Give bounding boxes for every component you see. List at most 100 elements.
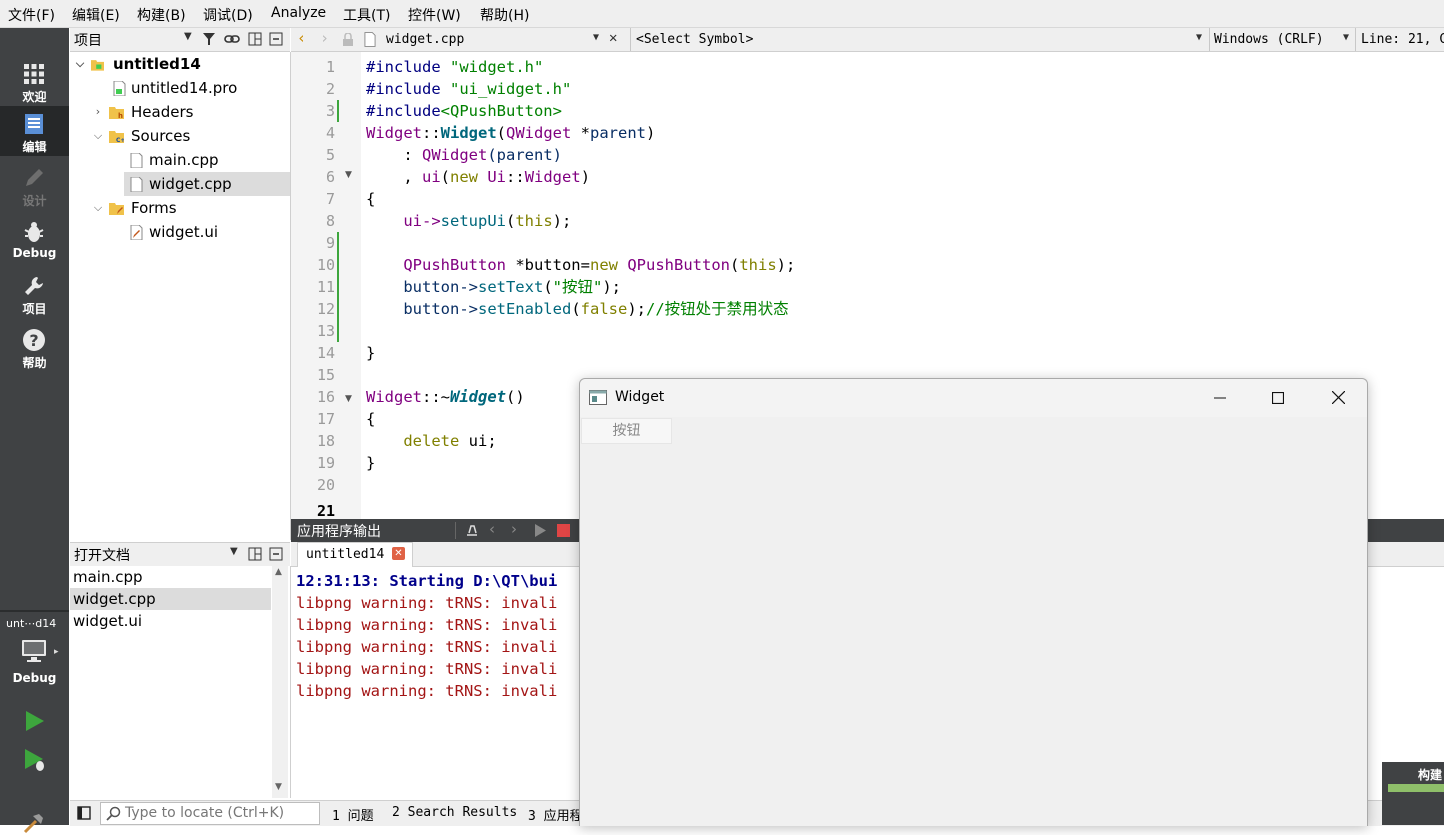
mode-edit[interactable]: 编辑: [0, 106, 69, 156]
close-tab-icon[interactable]: ✕: [392, 547, 405, 560]
mode-projects[interactable]: 项目: [0, 268, 69, 318]
dropdown-arrow-icon[interactable]: ▼: [593, 32, 599, 43]
maximize-button[interactable]: [1249, 379, 1307, 417]
dropdown-arrow-icon[interactable]: ▼: [184, 31, 192, 42]
minimize-button[interactable]: [1191, 379, 1249, 417]
menu-help[interactable]: 帮助(H): [480, 5, 529, 25]
menu-build[interactable]: 构建(B): [137, 5, 186, 25]
pencil-icon: [26, 169, 43, 186]
current-file[interactable]: widget.cpp: [386, 32, 464, 47]
cursor-position[interactable]: Line: 21, C: [1361, 32, 1444, 47]
dropdown-arrow-icon[interactable]: ▼: [1343, 32, 1349, 43]
menu-tools[interactable]: 工具(T): [343, 5, 390, 25]
run-icon[interactable]: [22, 709, 46, 733]
scroll-up-icon[interactable]: ▲: [275, 567, 282, 577]
tree-item-project[interactable]: ⌵ untitled14: [70, 52, 290, 76]
lock-icon[interactable]: [342, 33, 354, 46]
mode-welcome[interactable]: 欢迎: [0, 56, 69, 106]
debug-run-icon[interactable]: [22, 747, 48, 773]
tab-app-output[interactable]: 3 应用程: [528, 805, 583, 824]
mode-debug[interactable]: Debug: [0, 214, 69, 264]
help-icon: ?: [23, 329, 45, 351]
dropdown-arrow-icon[interactable]: ▼: [230, 546, 238, 557]
open-doc-main-cpp[interactable]: main.cpp: [70, 566, 271, 588]
clear-icon[interactable]: [465, 523, 479, 537]
tree-item-forms[interactable]: ⌵ Forms: [70, 196, 290, 220]
split-icon[interactable]: [248, 547, 262, 561]
code-line-3: #include<QPushButton>: [366, 102, 562, 120]
widget-window[interactable]: Widget 按钮: [579, 378, 1368, 826]
line-number: 12: [316, 300, 335, 318]
fold-arrow-icon[interactable]: ▼: [345, 394, 352, 404]
mode-help[interactable]: ? 帮助: [0, 322, 69, 372]
link-icon[interactable]: [224, 32, 240, 46]
tree-item-widget-ui[interactable]: widget.ui: [124, 220, 290, 244]
symbol-selector[interactable]: <Select Symbol>: [636, 32, 753, 47]
tree-item-headers[interactable]: › h Headers: [70, 100, 290, 124]
menu-file[interactable]: 文件(F): [8, 5, 55, 25]
chevron-right-icon[interactable]: ›: [90, 100, 106, 124]
open-doc-widget-ui[interactable]: widget.ui: [70, 610, 271, 632]
chevron-down-icon[interactable]: ⌵: [90, 124, 106, 148]
menu-analyze[interactable]: Analyze: [271, 5, 326, 21]
split-icon[interactable]: [248, 32, 262, 46]
divider: [455, 522, 456, 539]
chevron-down-icon[interactable]: ⌵: [72, 52, 88, 76]
tree-label: Headers: [131, 103, 194, 121]
line-number: 1: [325, 58, 335, 76]
search-icon: [106, 806, 121, 821]
tab-search-results[interactable]: 2 Search Results: [392, 805, 517, 820]
tree-item-pro-file[interactable]: untitled14.pro: [70, 76, 290, 100]
pro-file-icon: [113, 81, 126, 96]
tree-item-widget-cpp[interactable]: widget.cpp: [124, 172, 290, 196]
forward-arrow-icon[interactable]: ›: [320, 29, 329, 47]
maximize-icon: [1271, 391, 1285, 405]
locator-input[interactable]: Type to locate (Ctrl+K): [100, 802, 320, 825]
mode-design[interactable]: 设计: [0, 160, 69, 210]
code-line-18: delete ui;: [403, 432, 497, 450]
bug-icon: [24, 222, 44, 242]
build-hammer-icon[interactable]: [22, 811, 46, 835]
line-number: 19: [316, 454, 335, 472]
close-button[interactable]: [1309, 379, 1367, 417]
previous-arrow-icon[interactable]: ‹: [489, 520, 495, 538]
open-doc-widget-cpp[interactable]: widget.cpp: [70, 588, 271, 610]
tree-item-sources[interactable]: ⌵ C+ Sources: [70, 124, 290, 148]
fold-arrow-icon[interactable]: ▼: [345, 170, 352, 180]
filter-icon[interactable]: [202, 32, 216, 46]
kit-selector[interactable]: ▸ Debug: [0, 633, 69, 693]
play-icon[interactable]: [534, 524, 546, 537]
output-line: libpng warning: tRNS: invali: [296, 660, 558, 678]
dropdown-arrow-icon[interactable]: ▼: [1196, 32, 1202, 43]
divider: [630, 28, 631, 51]
scrollbar[interactable]: ▲ ▼: [272, 566, 288, 798]
code-line-17: {: [366, 410, 376, 428]
tree-item-main-cpp[interactable]: main.cpp: [124, 148, 290, 172]
sidebar-toggle-icon[interactable]: [77, 806, 91, 820]
editor-toolbar: ‹ › widget.cpp ▼ ✕ <Select Symbol> ▼ Win…: [291, 28, 1444, 52]
back-arrow-icon[interactable]: ‹: [297, 29, 306, 47]
stop-icon[interactable]: [557, 524, 570, 537]
wrench-icon: [25, 277, 43, 295]
chevron-down-icon[interactable]: ⌵: [90, 196, 106, 220]
build-progress-panel[interactable]: 构建: [1382, 762, 1444, 825]
menu-debug[interactable]: 调试(D): [203, 5, 253, 25]
scroll-down-icon[interactable]: ▼: [275, 782, 282, 792]
close-pane-icon[interactable]: [269, 32, 283, 46]
line-number: 5: [325, 146, 335, 164]
mode-label: 项目: [22, 302, 47, 316]
line-number: 3: [325, 102, 335, 120]
close-document-icon[interactable]: ✕: [609, 30, 617, 46]
widget-title-bar[interactable]: Widget: [580, 379, 1367, 417]
menu-bar: 文件(F) 编辑(E) 构建(B) 调试(D) Analyze 工具(T) 控件…: [0, 0, 1444, 28]
output-tab[interactable]: untitled14 ✕: [297, 542, 413, 567]
line-number: 11: [316, 278, 335, 296]
mode-label: 编辑: [22, 140, 47, 154]
tab-issues[interactable]: 1 问题: [332, 805, 374, 824]
output-line: libpng warning: tRNS: invali: [296, 594, 558, 612]
next-arrow-icon[interactable]: ›: [511, 520, 517, 538]
line-ending-selector[interactable]: Windows (CRLF): [1214, 32, 1324, 47]
close-pane-icon[interactable]: [269, 547, 283, 561]
menu-controls[interactable]: 控件(W): [408, 5, 461, 25]
menu-edit[interactable]: 编辑(E): [72, 5, 120, 25]
